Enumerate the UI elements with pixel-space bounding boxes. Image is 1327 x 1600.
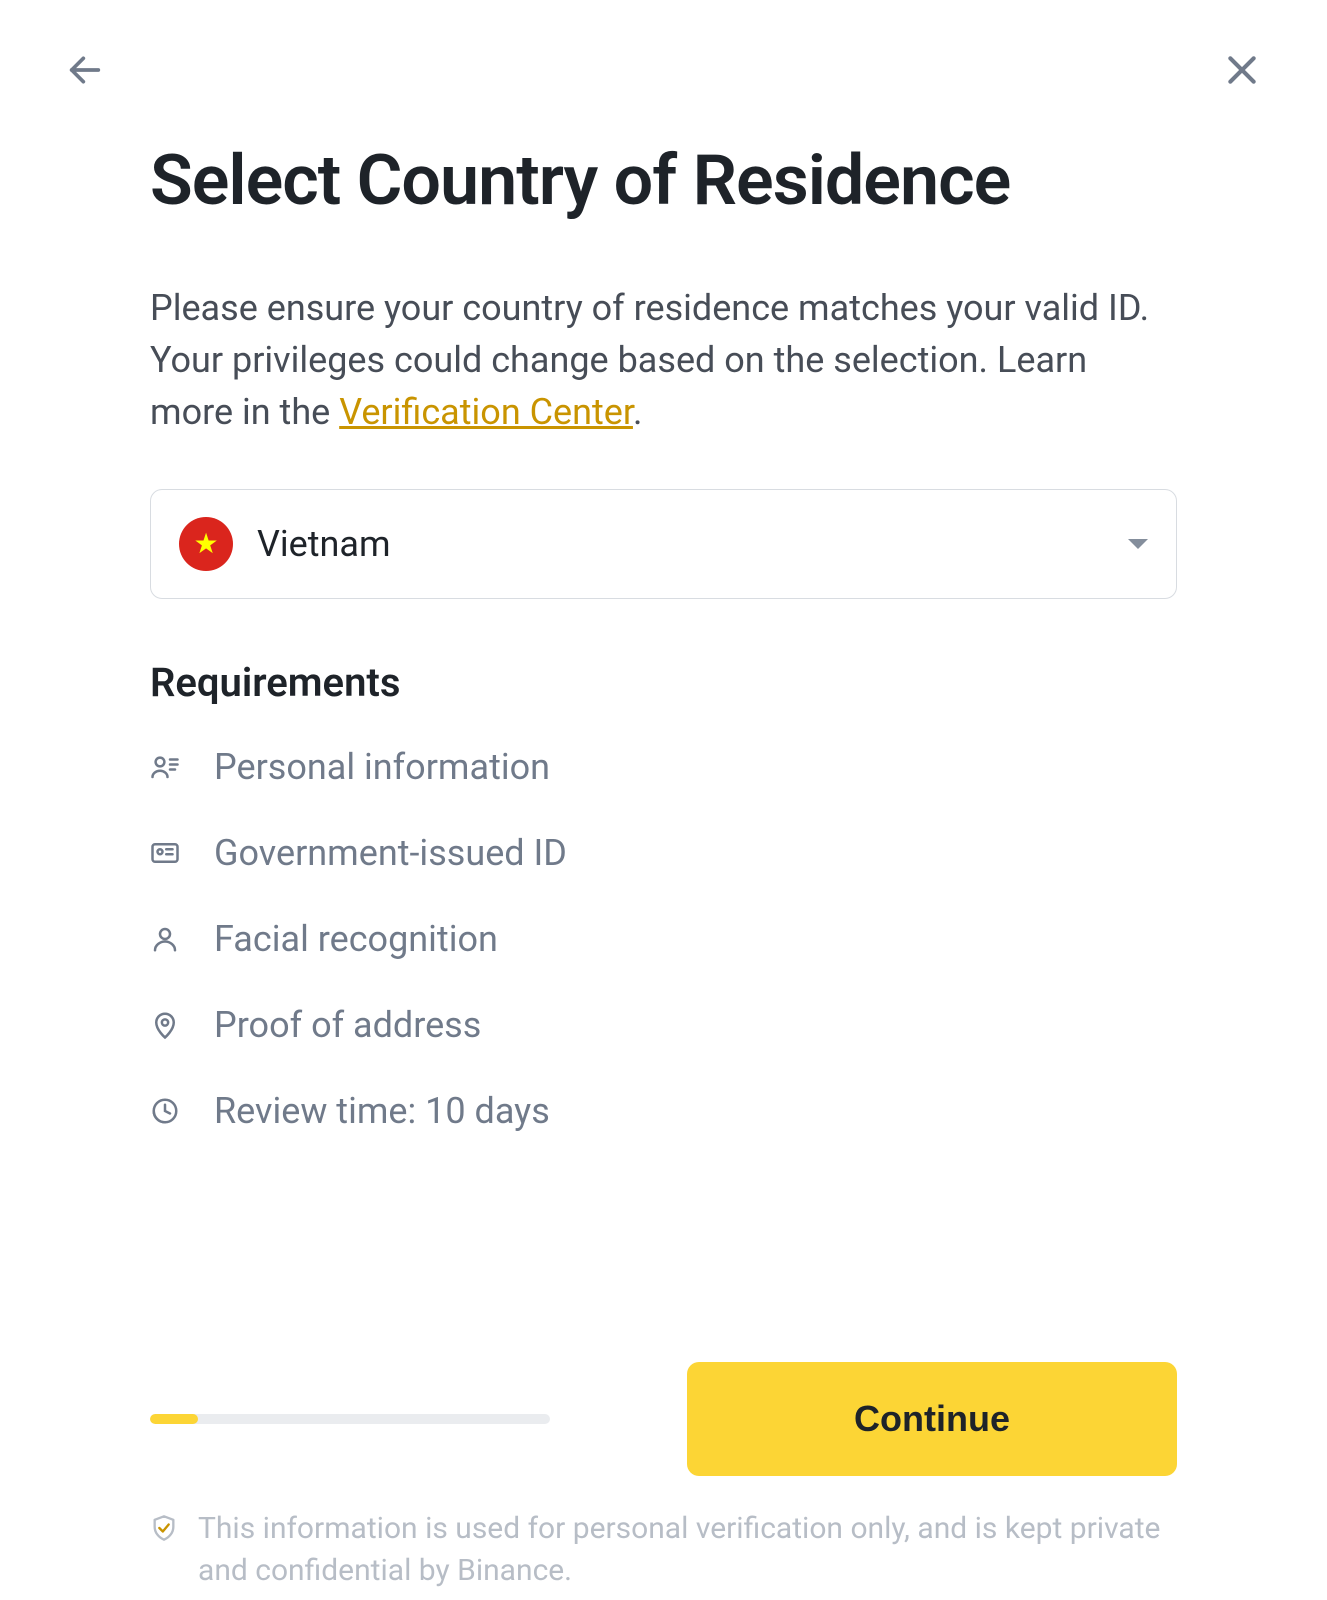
requirement-item: Facial recognition xyxy=(150,918,1177,960)
verification-center-link[interactable]: Verification Center xyxy=(339,391,633,433)
subtitle-text-pre: Please ensure your country of residence … xyxy=(150,287,1149,433)
progress-bar xyxy=(150,1414,550,1424)
close-button[interactable] xyxy=(1222,50,1262,90)
requirement-item: Personal information xyxy=(150,746,1177,788)
requirement-item: Review time: 10 days xyxy=(150,1090,1177,1132)
requirements-heading: Requirements xyxy=(150,659,1177,706)
requirements-list: Personal information Government-issued I… xyxy=(150,746,1177,1132)
page-title: Select Country of Residence xyxy=(150,140,1177,222)
country-select-value: Vietnam xyxy=(257,523,391,565)
page-subtitle: Please ensure your country of residence … xyxy=(150,282,1177,439)
requirement-item: Proof of address xyxy=(150,1004,1177,1046)
clock-icon xyxy=(150,1096,180,1126)
country-select[interactable]: ★ Vietnam xyxy=(150,489,1177,599)
requirement-label: Review time: 10 days xyxy=(214,1090,550,1132)
shield-check-icon xyxy=(150,1512,178,1554)
pin-icon xyxy=(150,1010,180,1040)
flag-vietnam-icon: ★ xyxy=(179,517,233,571)
subtitle-text-post: . xyxy=(633,391,643,433)
person-icon xyxy=(150,924,180,954)
person-lines-icon xyxy=(150,752,180,782)
close-icon xyxy=(1222,50,1262,90)
requirement-label: Facial recognition xyxy=(214,918,498,960)
arrow-left-icon xyxy=(65,50,105,90)
requirement-label: Proof of address xyxy=(214,1004,481,1046)
chevron-down-icon xyxy=(1128,539,1148,549)
requirement-label: Government-issued ID xyxy=(214,832,567,874)
requirement-item: Government-issued ID xyxy=(150,832,1177,874)
disclaimer-text: This information is used for personal ve… xyxy=(198,1508,1177,1592)
back-button[interactable] xyxy=(65,50,105,90)
requirement-label: Personal information xyxy=(214,746,550,788)
continue-button[interactable]: Continue xyxy=(687,1362,1177,1476)
id-card-icon xyxy=(150,838,180,868)
progress-fill xyxy=(150,1414,198,1424)
